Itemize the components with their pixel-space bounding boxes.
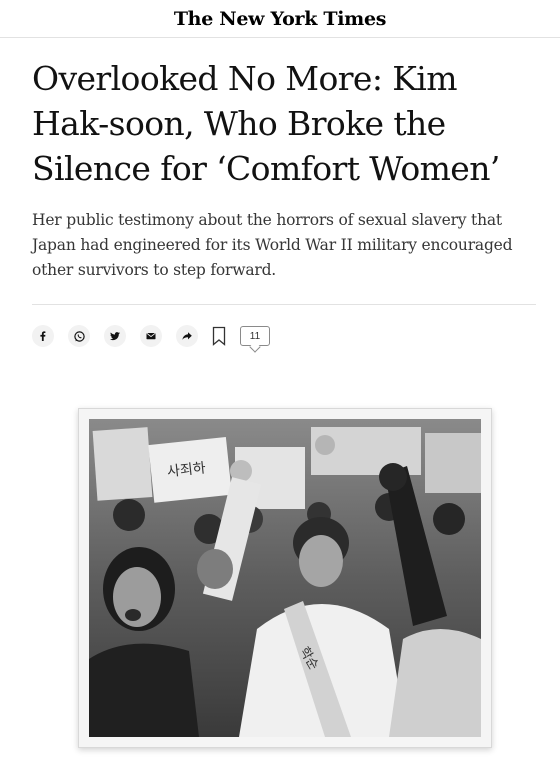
protest-sign [92, 427, 153, 501]
divider [32, 304, 536, 305]
facebook-share-button[interactable] [32, 325, 54, 347]
twitter-share-button[interactable] [104, 325, 126, 347]
nyt-logo[interactable]: The New York Times [174, 8, 387, 30]
bookmark-icon [212, 326, 226, 346]
share-toolbar: 11 [32, 322, 270, 353]
article-headline: Overlooked No More: Kim Hak-soon, Who Br… [32, 59, 500, 188]
protest-photo: 사죄하 학순 [89, 419, 481, 737]
email-icon [146, 332, 156, 340]
whatsapp-icon [73, 330, 85, 342]
share-arrow-icon [182, 332, 192, 340]
save-article-button[interactable] [212, 326, 226, 346]
lead-image[interactable]: 사죄하 학순 [89, 419, 481, 737]
article-summary: Her public testimony about the horrors o… [32, 211, 513, 279]
facebook-icon [40, 331, 46, 341]
masthead: The New York Times [0, 0, 560, 38]
twitter-icon [110, 332, 120, 341]
whatsapp-share-button[interactable] [68, 325, 90, 347]
protest-sign [425, 433, 481, 493]
email-share-button[interactable] [140, 325, 162, 347]
lead-image-frame: 사죄하 학순 [78, 408, 492, 748]
comments-button[interactable]: 11 [240, 326, 270, 353]
more-share-button[interactable] [176, 325, 198, 347]
